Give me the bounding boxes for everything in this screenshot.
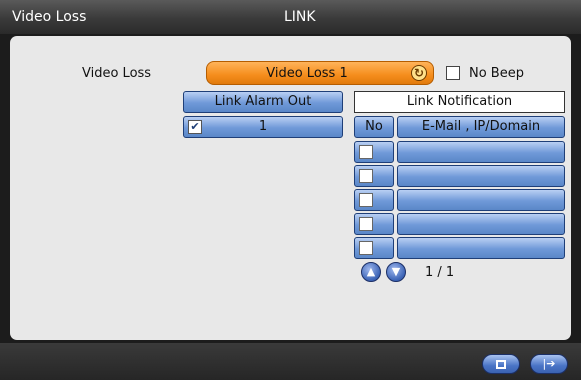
title-bar: Video Loss LINK xyxy=(0,0,581,34)
checkbox-box xyxy=(359,241,373,255)
checkbox-box xyxy=(359,169,373,183)
video-loss-label: Video Loss xyxy=(82,66,152,81)
save-button[interactable] xyxy=(482,354,520,374)
notify-row-2-field[interactable] xyxy=(397,165,565,187)
save-icon xyxy=(496,359,506,369)
chevron-up-icon[interactable]: ▲ xyxy=(361,262,381,282)
notify-row-3-field[interactable] xyxy=(397,189,565,211)
link-notification-header: Link Notification xyxy=(354,91,565,113)
no-beep-label: No Beep xyxy=(469,66,524,81)
checkbox-box xyxy=(359,217,373,231)
page-title: LINK xyxy=(284,9,316,25)
notify-row-1-field[interactable] xyxy=(397,141,565,163)
refresh-icon[interactable]: ↻ xyxy=(411,65,427,81)
exit-icon: |➔ xyxy=(542,357,556,370)
alarm-out-check-icon: ✔ xyxy=(188,120,202,134)
notify-row-2-checkbox[interactable] xyxy=(354,165,394,187)
page-indicator: 1 / 1 xyxy=(425,265,455,280)
alarm-out-item[interactable]: ✔ 1 xyxy=(183,116,343,138)
checkbox-box xyxy=(359,145,373,159)
no-beep-checkbox[interactable] xyxy=(446,66,460,80)
alarm-out-item-label: 1 xyxy=(258,119,268,134)
notify-row-3-checkbox[interactable] xyxy=(354,189,394,211)
notify-row-1-checkbox[interactable] xyxy=(354,141,394,163)
notify-row-5-field[interactable] xyxy=(397,237,565,259)
exit-button[interactable]: |➔ xyxy=(530,354,568,374)
checkbox-box xyxy=(359,193,373,207)
notify-row-4-checkbox[interactable] xyxy=(354,213,394,235)
col-no-header: No xyxy=(354,116,394,138)
notify-row-5-checkbox[interactable] xyxy=(354,237,394,259)
window-title: Video Loss xyxy=(12,9,87,25)
link-alarm-out-header: Link Alarm Out xyxy=(183,91,343,113)
video-loss-select[interactable]: Video Loss 1 ↻ xyxy=(206,61,434,85)
col-target-header: E-Mail , IP/Domain xyxy=(397,116,565,138)
chevron-down-icon[interactable]: ▼ xyxy=(386,262,406,282)
video-loss-select-value: Video Loss 1 xyxy=(266,66,348,81)
notify-row-4-field[interactable] xyxy=(397,213,565,235)
